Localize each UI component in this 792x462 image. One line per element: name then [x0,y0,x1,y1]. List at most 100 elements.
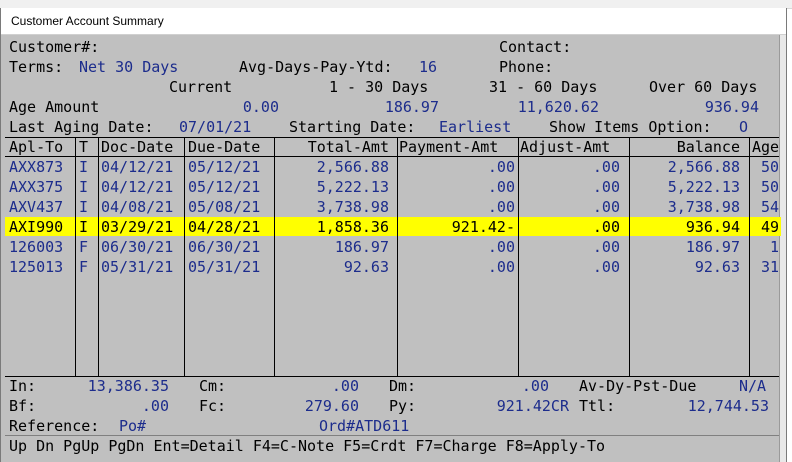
cell-apl-to: AXX873 [9,158,64,176]
cell-total-amt: 186.97 [334,238,389,256]
cell-adjust-amt: .00 [592,158,620,176]
cell-payment-amt: 921.42- [451,218,515,236]
cell-payment-amt: .00 [487,158,515,176]
window-title: Customer Account Summary [1,8,786,35]
cell-age: 50 [760,178,779,196]
cell-adjust-amt: .00 [592,178,620,196]
show-items-label: Show Items Option: [549,118,712,136]
aging-header-1-30: 1 - 30 Days [329,78,429,96]
terms-value: Net 30 Days [79,58,179,76]
customer-label: Customer#: [9,38,100,56]
cell-adjust-amt: .00 [592,218,620,236]
age-amount-1-30: 186.97 [384,98,439,116]
avg-days-label: Avg-Days-Pay-Ytd: [239,58,393,76]
fc-label: Fc: [199,397,227,415]
bf-label: Bf: [9,397,37,415]
col-header-doc-date: Doc-Date [101,138,174,156]
age-amount-over-60: 936.94 [704,98,759,116]
cell-type: F [79,258,89,276]
cell-total-amt: 5,222.13 [316,178,389,196]
cell-adjust-amt: .00 [592,198,620,216]
order-number: Ord#ATD611 [319,417,410,435]
cell-age: 31 [760,258,779,276]
bf-value: .00 [141,397,169,415]
av-dy-pst-due-label: Av-Dy-Pst-Due [579,377,697,395]
cell-type: I [79,218,89,236]
cell-payment-amt: .00 [487,198,515,216]
cell-doc-date: 04/08/21 [101,198,174,216]
cell-due-date: 04/28/21 [188,218,261,236]
in-label: In: [9,377,37,395]
cell-age: 50 [760,158,779,176]
age-amount-label: Age Amount [9,98,100,116]
cell-due-date: 05/12/21 [188,158,261,176]
cell-doc-date: 04/12/21 [101,178,174,196]
contact-label: Contact: [499,38,572,56]
aging-header-31-60: 31 - 60 Days [489,78,598,96]
terms-label: Terms: [9,58,64,76]
cell-adjust-amt: .00 [592,238,620,256]
cell-age: 54 [760,198,779,216]
col-header-due-date: Due-Date [188,138,261,156]
ttl-label: Ttl: [579,397,616,415]
avg-days-value: 16 [419,58,438,76]
cell-balance: 936.94 [685,218,740,236]
cell-type: I [79,158,89,176]
ttl-value: 12,744.53 [687,397,769,415]
starting-date-label: Starting Date: [289,118,416,136]
fc-value: 279.60 [304,397,359,415]
cell-payment-amt: .00 [487,238,515,256]
col-header-type: T [79,138,89,156]
cell-due-date: 06/30/21 [188,238,261,256]
cell-total-amt: 1,858.36 [316,218,389,236]
cell-due-date: 05/08/21 [188,198,261,216]
dm-label: Dm: [389,377,417,395]
dm-value: .00 [521,377,549,395]
col-header-age: Age [752,138,780,156]
cell-adjust-amt: .00 [592,258,620,276]
cell-apl-to: AXI990 [9,218,64,236]
cell-balance: 3,738.98 [667,198,740,216]
aging-header-current: Current [169,78,233,96]
cell-due-date: 05/31/21 [188,258,261,276]
age-amount-31-60: 11,620.62 [517,98,599,116]
cell-type: F [79,238,89,256]
cell-doc-date: 03/29/21 [101,218,174,236]
cell-total-amt: 92.63 [343,258,389,276]
starting-date-value: Earliest [439,118,512,136]
cell-doc-date: 05/31/21 [101,258,174,276]
cell-type: I [79,178,89,196]
av-dy-pst-due-value: N/A [739,377,767,395]
reference-label: Reference: [9,417,100,435]
in-value: 13,386.35 [87,377,169,395]
phone-label: Phone: [499,58,554,76]
cm-value: .00 [331,377,359,395]
function-key-bar: Up Dn PgUp PgDn Ent=Detail F4=C-Note F5=… [9,437,606,455]
col-header-payment-amt: Payment-Amt [399,138,499,156]
show-items-value: O [739,118,749,136]
aging-header-over-60: Over 60 Days [649,78,758,96]
cell-payment-amt: .00 [487,258,515,276]
cell-total-amt: 3,738.98 [316,198,389,216]
cell-apl-to: AXX375 [9,178,64,196]
cell-apl-to: 126003 [9,238,64,256]
cell-due-date: 05/12/21 [188,178,261,196]
cell-apl-to: 125013 [9,258,64,276]
cell-balance: 2,566.88 [667,158,740,176]
last-aging-value: 07/01/21 [179,118,252,136]
cell-balance: 5,222.13 [667,178,740,196]
col-header-apl-to: Apl-To [9,138,64,156]
cell-type: I [79,198,89,216]
cell-balance: 92.63 [694,258,740,276]
col-header-total-amt: Total-Amt [307,138,389,156]
cell-age: 1 [769,238,779,256]
py-value: 921.42CR [496,397,569,415]
account-summary-window: Customer Account Summary Customer#: Cont… [0,8,787,462]
cell-doc-date: 06/30/21 [101,238,174,256]
cell-total-amt: 2,566.88 [316,158,389,176]
cell-apl-to: AXV437 [9,198,64,216]
reference-value: Po# [119,417,147,435]
cm-label: Cm: [199,377,227,395]
col-header-balance: Balance [676,138,740,156]
cell-payment-amt: .00 [487,178,515,196]
